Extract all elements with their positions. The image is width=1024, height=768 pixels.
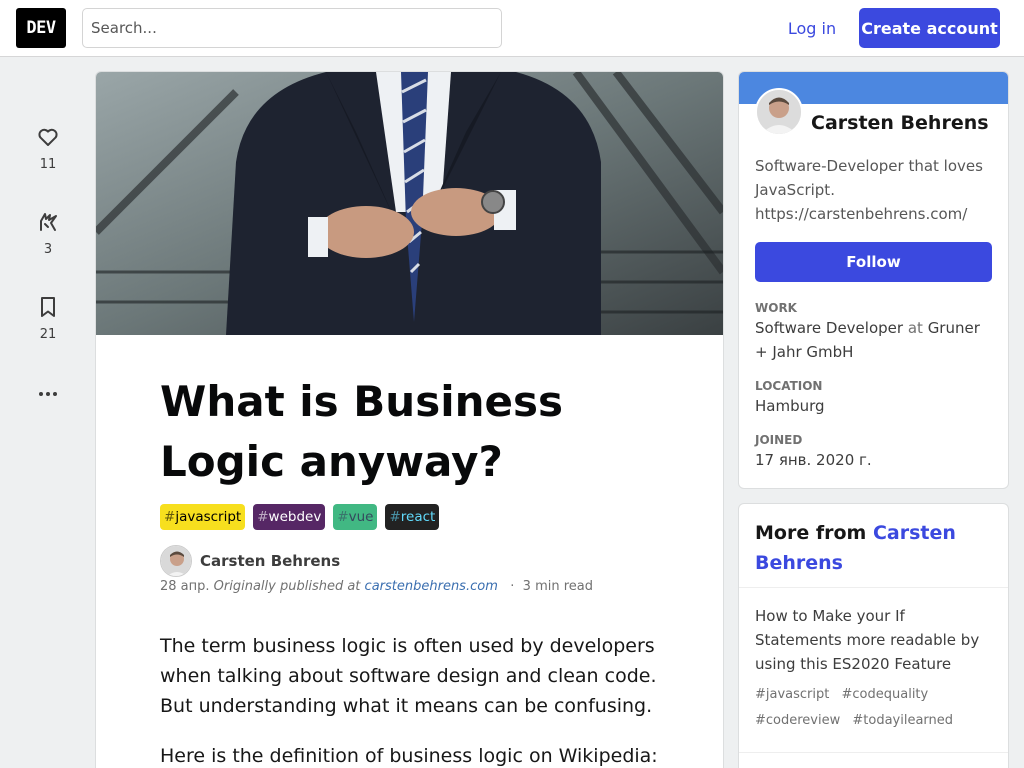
originally-published-label: Originally published at	[213, 579, 361, 594]
bookmark-reaction[interactable]: 21	[20, 295, 76, 342]
search-input[interactable]	[82, 8, 502, 48]
work-at: at	[907, 319, 923, 337]
article-title-line2: Logic anyway?	[160, 437, 503, 486]
tag-label: webdev	[268, 509, 322, 525]
tag-javascript[interactable]: # javascript	[160, 504, 246, 530]
login-link[interactable]: Log in	[776, 8, 848, 48]
tag-label: javascript	[175, 509, 242, 525]
profile-bio: Software-Developer that loves JavaScript…	[755, 154, 995, 226]
tag-react[interactable]: # react	[385, 504, 440, 530]
work-value: Software Developer at Gruner + Jahr GmbH	[755, 316, 995, 364]
tag-webdev[interactable]: # webdev	[253, 504, 326, 530]
more-from-heading: More from Carsten Behrens	[739, 504, 1008, 588]
tag-list: # javascript # webdev # vue # react	[160, 504, 440, 530]
more-tag[interactable]: #todayilearned	[852, 713, 953, 728]
article-title-line1: What is Business	[160, 377, 563, 426]
joined-label: Joined	[755, 433, 803, 447]
publish-date: 28 апр.	[160, 579, 210, 594]
ellipsis-icon	[39, 392, 57, 396]
tag-label: vue	[348, 509, 374, 525]
top-navbar: DEV Log in Create account	[0, 0, 1024, 57]
article-paragraph: Here is the definition of business logic…	[160, 745, 658, 767]
bookmark-icon	[41, 297, 55, 317]
work-role: Software Developer	[755, 319, 904, 337]
source-link[interactable]: carstenbehrens.com	[365, 579, 498, 594]
article-paragraph: The term business logic is often used by…	[160, 635, 657, 717]
profile-name[interactable]: Carsten Behrens	[811, 112, 989, 134]
more-from-card: More from Carsten Behrens How to Make yo…	[739, 504, 1008, 768]
heart-reaction[interactable]: 11	[20, 125, 76, 172]
create-account-button[interactable]: Create account	[859, 8, 1000, 48]
work-label: Work	[755, 301, 797, 315]
dev-logo[interactable]: DEV	[16, 8, 66, 48]
article-title: What is Business Logic anyway?	[160, 372, 660, 492]
more-tag[interactable]: #codereview	[755, 713, 840, 728]
profile-avatar[interactable]	[755, 88, 803, 136]
heart-count: 11	[39, 157, 57, 172]
location-value: Hamburg	[755, 397, 825, 415]
read-time: 3 min read	[522, 579, 593, 594]
more-from-tags: #javascript #codequality #codereview #to…	[755, 682, 995, 734]
more-tag[interactable]: #javascript	[755, 687, 829, 702]
more-options-button[interactable]	[20, 382, 76, 406]
bookmark-count: 21	[39, 327, 57, 342]
tag-vue[interactable]: # vue	[333, 504, 378, 530]
follow-button[interactable]: Follow	[755, 242, 992, 282]
tag-label: react	[400, 509, 436, 525]
article-meta: 28 апр. Originally published at carstenb…	[160, 579, 593, 594]
more-from-prefix: More from	[755, 522, 867, 544]
author-name[interactable]: Carsten Behrens	[200, 552, 340, 570]
unicorn-icon	[40, 213, 57, 231]
cover-image	[96, 72, 723, 335]
profile-bio-url[interactable]: https://carstenbehrens.com/	[755, 202, 995, 226]
article-author[interactable]: Carsten Behrens	[160, 545, 340, 577]
author-profile-card: Carsten Behrens Software-Developer that …	[739, 72, 1008, 488]
meta-separator: ·	[502, 579, 519, 594]
joined-value: 17 янв. 2020 г.	[755, 451, 872, 469]
more-from-article-title[interactable]: How to Make your If Statements more read…	[755, 604, 995, 676]
article-card: What is Business Logic anyway? # javascri…	[96, 72, 723, 768]
cover-photo	[96, 72, 723, 335]
divider	[739, 752, 1008, 753]
heart-icon	[38, 128, 58, 146]
author-avatar[interactable]	[160, 545, 192, 577]
location-label: Location	[755, 379, 823, 393]
more-tag[interactable]: #codequality	[842, 687, 929, 702]
unicorn-reaction[interactable]: 3	[20, 210, 76, 257]
profile-bio-text: Software-Developer that loves JavaScript…	[755, 157, 983, 199]
unicorn-count: 3	[43, 242, 53, 257]
